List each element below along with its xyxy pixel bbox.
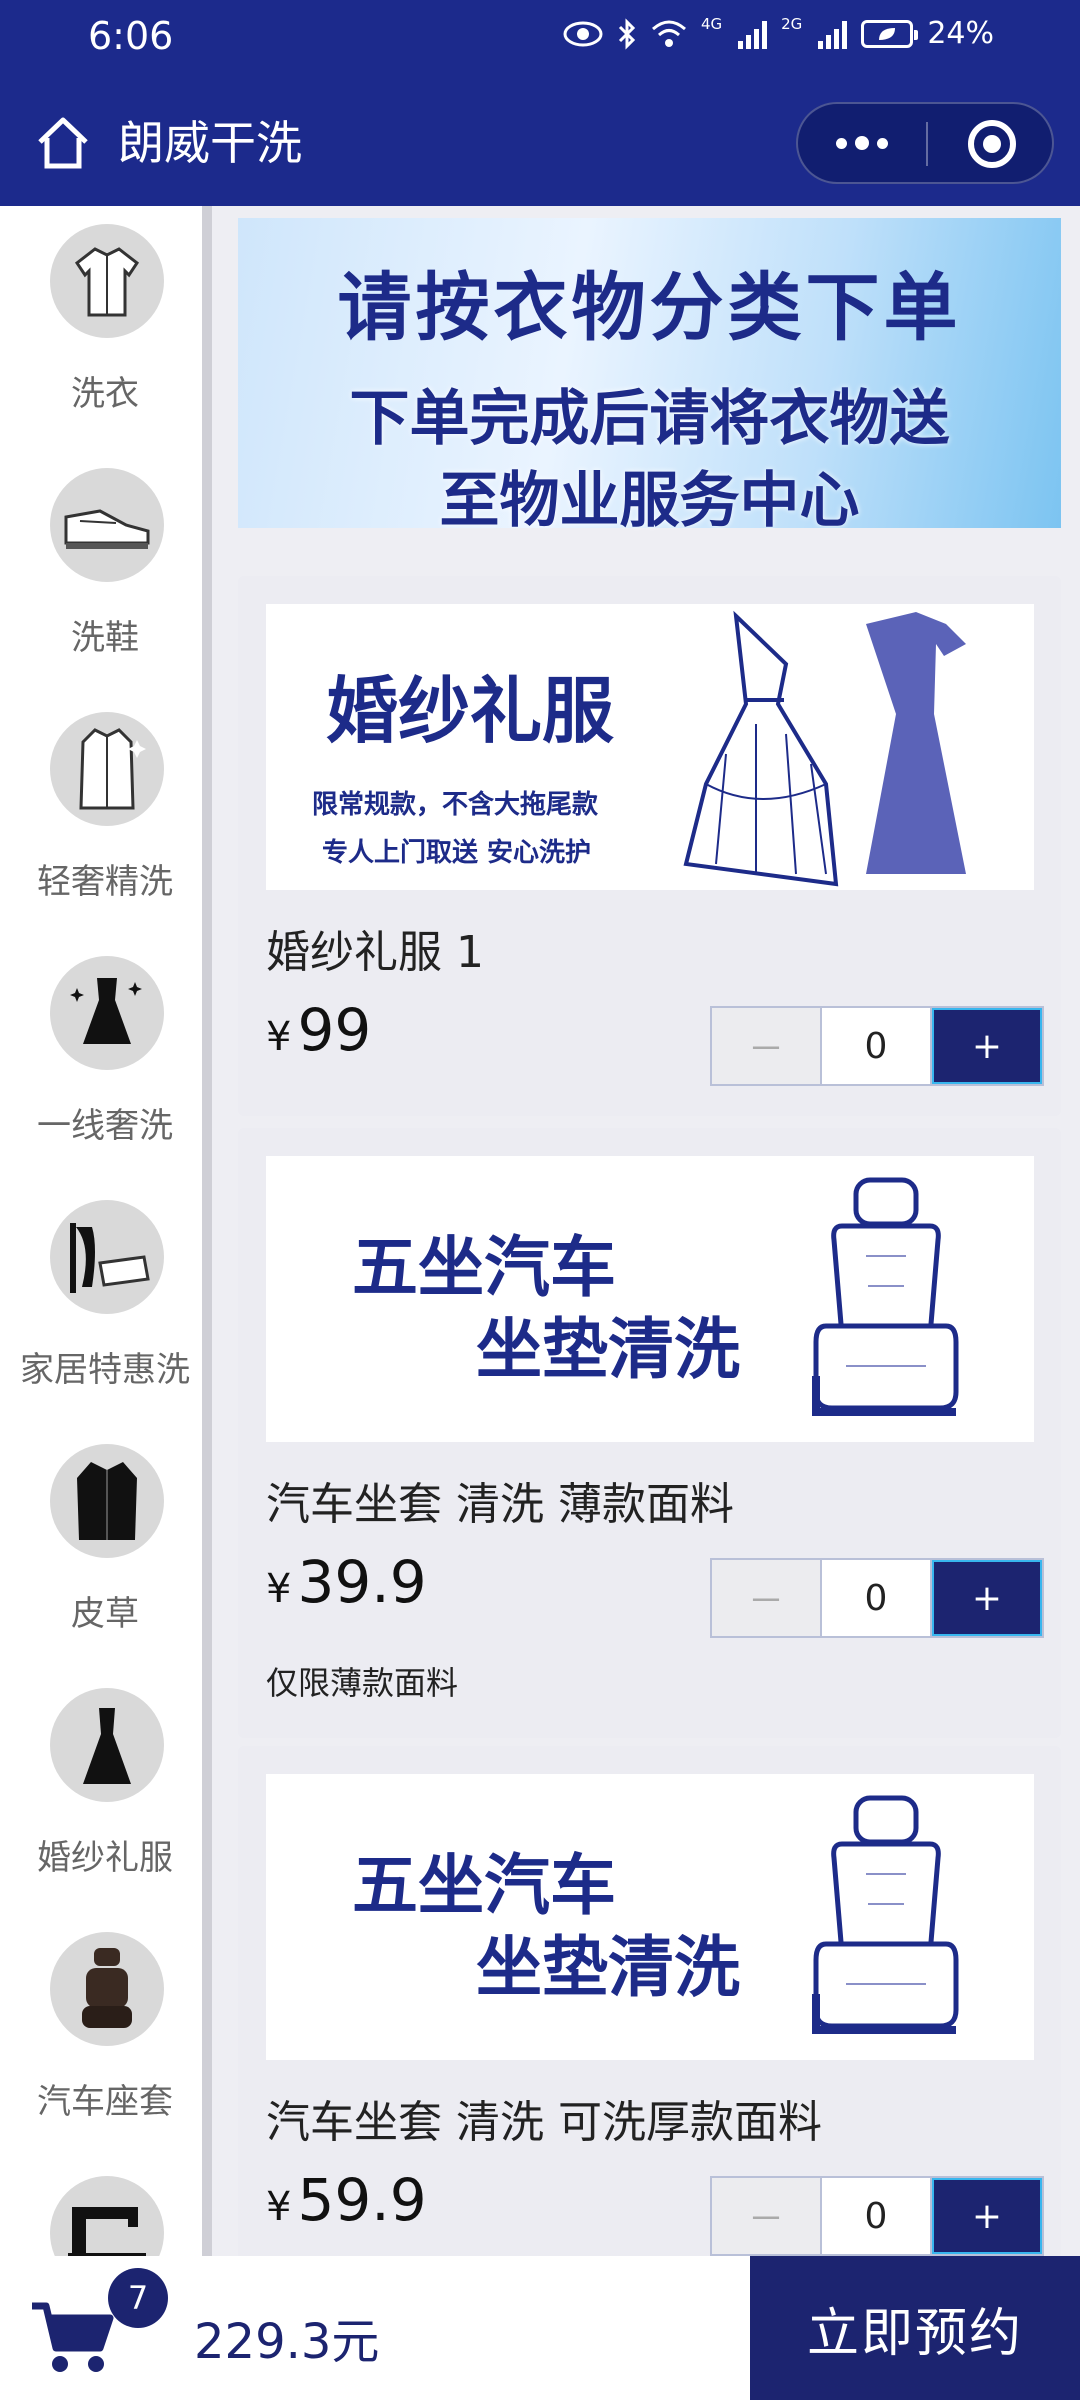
price-value: 39.9: [297, 1548, 427, 1616]
car-seat-illustration: [812, 1177, 959, 1416]
leaf-icon: [879, 27, 896, 40]
product-image[interactable]: 婚纱礼服 限常规款，不含大拖尾款 专人上门取送 安心洗护: [266, 604, 1034, 890]
product-note: 仅限薄款面料: [266, 1664, 459, 1702]
status-bar: 6:06 4G 2G 24%: [0, 0, 1080, 80]
gown-icon: [50, 1688, 164, 1802]
quantity-stepper: － 0 +: [710, 1006, 1044, 1086]
wedding-dress-illustration: [683, 610, 966, 887]
product-list[interactable]: 请按衣物分类下单 下单完成后请将衣物送 至物业服务中心 婚纱礼服 限常规款，不含…: [224, 206, 1080, 2256]
cart-total: 229.3元: [194, 2314, 380, 2370]
product-card: 五坐汽车 坐垫清洗 汽车坐套 清洗 可洗厚款面料 ¥59.9 － 0 +: [238, 1746, 1061, 2256]
product-price: ¥99: [266, 996, 371, 1064]
banner-line-2: 下单完成后请将衣物送: [349, 384, 950, 454]
shoe-icon: [50, 468, 164, 582]
bluetooth-icon: [618, 17, 636, 50]
product-price: ¥39.9: [266, 1548, 427, 1616]
sidebar-item-wedding-gown[interactable]: 婚纱礼服: [0, 1670, 210, 1914]
shirt-icon: [50, 224, 164, 338]
product-name: 汽车坐套 清洗 可洗厚款面料: [266, 2097, 822, 2148]
banner-line-1: 请按衣物分类下单: [337, 265, 962, 351]
fur-coat-icon: [50, 1444, 164, 1558]
sidebar-scrollbar[interactable]: [202, 206, 212, 2256]
sidebar-item-label: 汽车座套: [37, 2082, 173, 2122]
sidebar-item-label: 洗衣: [71, 374, 139, 414]
product-name: 婚纱礼服 1: [266, 927, 484, 978]
home-icon[interactable]: [34, 114, 92, 172]
capsule-divider: [926, 122, 928, 166]
image-subtitle-1: 限常规款，不含大拖尾款: [312, 790, 599, 820]
product-image[interactable]: 五坐汽车 坐垫清洗: [266, 1156, 1034, 1442]
quantity-stepper: － 0 +: [710, 1558, 1044, 1638]
quantity-value[interactable]: 0: [822, 1560, 932, 1636]
signal-icon-2: [818, 19, 848, 49]
quantity-value[interactable]: 0: [822, 2178, 932, 2254]
price-value: 99: [297, 996, 372, 1064]
sidebar-item-label: 轻奢精洗: [37, 862, 173, 902]
sidebar-item-light-luxury[interactable]: 轻奢精洗: [0, 694, 210, 938]
network-2g-label: 2G: [781, 14, 803, 33]
product-card: 五坐汽车 坐垫清洗 汽车坐套 清洗 薄款面料 ¥39.9 － 0 + 仅限薄款面…: [238, 1128, 1061, 1738]
decrease-button[interactable]: －: [712, 1008, 822, 1084]
increase-button[interactable]: +: [932, 2178, 1042, 2254]
currency-symbol: ¥: [266, 1014, 292, 1060]
sidebar-item-car-seat[interactable]: 汽车座套: [0, 1914, 210, 2158]
page-title: 朗威干洗: [118, 116, 302, 170]
cart-count-badge: 7: [108, 2268, 168, 2328]
quantity-stepper: － 0 +: [710, 2176, 1044, 2256]
product-image[interactable]: 五坐汽车 坐垫清洗: [266, 1774, 1034, 2060]
sidebar-item-wash-clothes[interactable]: 洗衣: [0, 206, 210, 450]
order-instruction-banner: 请按衣物分类下单 下单完成后请将衣物送 至物业服务中心: [238, 218, 1061, 536]
currency-symbol: ¥: [266, 1566, 292, 1612]
status-time: 6:06: [88, 14, 174, 58]
book-now-button[interactable]: 立即预约: [750, 2256, 1080, 2400]
sewing-machine-icon: [50, 2176, 164, 2256]
increase-button[interactable]: +: [932, 1008, 1042, 1084]
mini-program-capsule: [796, 102, 1054, 184]
image-subtitle-2: 专人上门取送 安心洗护: [322, 838, 592, 868]
sidebar-item-label: 婚纱礼服: [37, 1838, 173, 1878]
banner-line-3: 至物业服务中心: [439, 466, 860, 536]
sidebar-item-label: 一线奢洗: [37, 1106, 173, 1146]
sidebar-item-label: 皮草: [71, 1594, 139, 1634]
wifi-icon: [651, 20, 686, 47]
image-title-2: 坐垫清洗: [476, 1311, 740, 1388]
curtain-icon: [50, 1200, 164, 1314]
car-seat-illustration: [812, 1795, 959, 2034]
sidebar-item-fur[interactable]: 皮草: [0, 1426, 210, 1670]
signal-icon: [738, 19, 768, 49]
coat-icon: [50, 712, 164, 826]
sidebar-item-tailoring[interactable]: [0, 2158, 210, 2256]
status-icons: 4G 2G 24%: [563, 14, 994, 51]
cart-icon[interactable]: [28, 2296, 114, 2376]
decrease-button[interactable]: －: [712, 2178, 822, 2254]
image-title: 婚纱礼服: [326, 669, 615, 753]
battery-percent: 24%: [927, 16, 994, 51]
decrease-button[interactable]: －: [712, 1560, 822, 1636]
sidebar-item-label: 洗鞋: [71, 618, 139, 658]
dress-icon: [50, 956, 164, 1070]
product-name: 汽车坐套 清洗 薄款面料: [266, 1479, 734, 1530]
sidebar-item-wash-shoes[interactable]: 洗鞋: [0, 450, 210, 694]
sidebar-item-home-discount[interactable]: 家居特惠洗: [0, 1182, 210, 1426]
close-target-icon[interactable]: [968, 120, 1016, 168]
category-sidebar[interactable]: 洗衣 洗鞋 轻奢精洗 一线奢洗 家居特惠洗 皮草 婚纱礼服 汽车座套: [0, 206, 210, 2256]
image-title-2: 坐垫清洗: [476, 1929, 740, 2006]
product-card: 婚纱礼服 限常规款，不含大拖尾款 专人上门取送 安心洗护 婚纱礼服 1 ¥99 …: [238, 576, 1061, 1116]
increase-button[interactable]: +: [932, 1560, 1042, 1636]
more-menu-icon[interactable]: [798, 104, 926, 182]
eye-icon: [563, 21, 603, 46]
price-value: 59.9: [297, 2166, 427, 2234]
sidebar-item-top-luxury[interactable]: 一线奢洗: [0, 938, 210, 1182]
car-seat-icon: [50, 1932, 164, 2046]
currency-symbol: ¥: [266, 2184, 292, 2230]
nav-bar: 朗威干洗: [0, 80, 1080, 206]
checkout-bar: 7 229.3元 立即预约: [0, 2256, 1080, 2400]
product-price: ¥59.9: [266, 2166, 427, 2234]
network-4g-label: 4G: [700, 14, 723, 33]
sidebar-item-label: 家居特惠洗: [20, 1350, 190, 1390]
quantity-value[interactable]: 0: [822, 1008, 932, 1084]
battery-icon: [861, 19, 919, 48]
